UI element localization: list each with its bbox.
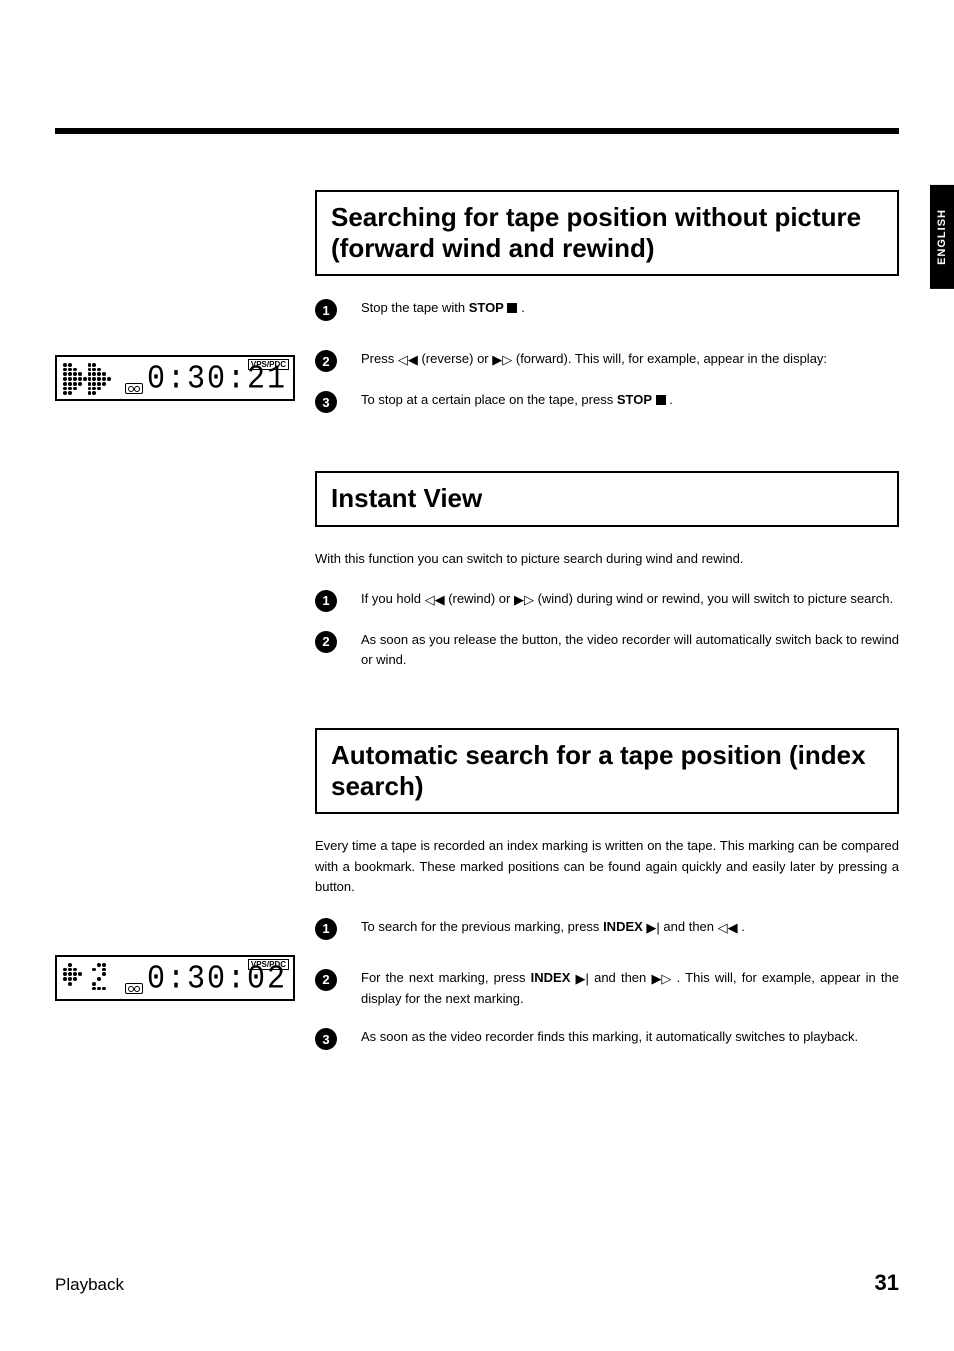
text: To stop at a certain place on the tape, … <box>361 392 617 407</box>
stop-label: STOP <box>469 300 504 315</box>
top-rule <box>55 128 899 134</box>
step-row: 2 For the next marking, press INDEX ▶| a… <box>315 968 899 1009</box>
section-title: Automatic search for a tape position (in… <box>315 728 899 814</box>
step-number-2: 2 <box>315 969 337 991</box>
text: and then <box>660 919 718 934</box>
text: and then <box>589 970 652 985</box>
step-text: Stop the tape with STOP . <box>361 298 899 318</box>
step-row: 1 Stop the tape with STOP . <box>315 298 899 321</box>
dot-matrix-icon <box>63 363 111 395</box>
text: Press <box>361 351 398 366</box>
step-number-1: 1 <box>315 299 337 321</box>
section-title: Searching for tape position without pict… <box>315 190 899 276</box>
step-number-3: 3 <box>315 1028 337 1050</box>
footer-section-name: Playback <box>55 1275 124 1295</box>
rewind-icon: ◁◀ <box>425 590 445 610</box>
reverse-icon: ◁◀ <box>398 350 418 370</box>
page-footer: Playback 31 <box>55 1270 899 1296</box>
index-label: INDEX <box>603 919 643 934</box>
index-label: INDEX <box>531 970 571 985</box>
step-row: 1 If you hold ◁◀ (rewind) or ▶▷ (wind) d… <box>315 589 899 612</box>
dot-matrix-icon <box>63 963 111 995</box>
step-text: To search for the previous marking, pres… <box>361 917 899 938</box>
text: If you hold <box>361 591 425 606</box>
step-row: 3 To stop at a certain place on the tape… <box>315 390 899 413</box>
display-time: 0:30:21 <box>147 364 287 397</box>
text: For the next marking, press <box>361 970 531 985</box>
display-panel: VPS/PDC 0:30:21 <box>55 355 295 401</box>
step-row: 2 Press ◁◀ (reverse) or ▶▷ (forward). Th… <box>315 349 899 372</box>
display-time: 0:30:02 <box>147 964 287 997</box>
intro-text: With this function you can switch to pic… <box>315 549 899 569</box>
forward-icon: ▶▷ <box>651 969 671 989</box>
section-title: Instant View <box>315 471 899 526</box>
cassette-icon <box>125 383 143 394</box>
section-instant-view: Instant View With this function you can … <box>315 471 899 670</box>
wind-icon: ▶▷ <box>514 590 534 610</box>
display-illustration-1: VPS/PDC 0:30:21 <box>55 355 305 401</box>
section-searching: Searching for tape position without pict… <box>315 190 899 413</box>
text: Stop the tape with <box>361 300 469 315</box>
text: (rewind) or <box>445 591 514 606</box>
page-number: 31 <box>875 1270 899 1296</box>
step-text: If you hold ◁◀ (rewind) or ▶▷ (wind) dur… <box>361 589 899 610</box>
step-text: Press ◁◀ (reverse) or ▶▷ (forward). This… <box>361 349 899 370</box>
forward-icon: ▶▷ <box>492 350 512 370</box>
intro-text: Every time a tape is recorded an index m… <box>315 836 899 896</box>
step-number-1: 1 <box>315 590 337 612</box>
step-number-3: 3 <box>315 391 337 413</box>
text: (wind) during wind or rewind, you will s… <box>534 591 893 606</box>
step-number-1: 1 <box>315 918 337 940</box>
step-text: As soon as you release the button, the v… <box>361 630 899 670</box>
step-text: To stop at a certain place on the tape, … <box>361 390 899 410</box>
text: (reverse) or <box>418 351 492 366</box>
text: . <box>517 300 524 315</box>
step-row: 2 As soon as you release the button, the… <box>315 630 899 670</box>
text: (forward). This will, for example, appea… <box>512 351 827 366</box>
next-icon: ▶| <box>646 918 659 938</box>
stop-label: STOP <box>617 392 652 407</box>
step-number-2: 2 <box>315 350 337 372</box>
text: . <box>738 919 745 934</box>
step-text: For the next marking, press INDEX ▶| and… <box>361 968 899 1009</box>
stop-icon <box>507 303 517 313</box>
step-number-2: 2 <box>315 631 337 653</box>
cassette-icon <box>125 983 143 994</box>
next-icon: ▶| <box>576 969 589 989</box>
text: . <box>666 392 673 407</box>
language-tab: ENGLISH <box>930 185 954 289</box>
display-illustration-2: VPS/PDC 0:30:02 <box>55 955 305 1001</box>
section-index-search: Automatic search for a tape position (in… <box>315 728 899 1050</box>
step-text: As soon as the video recorder finds this… <box>361 1027 899 1047</box>
page: ENGLISH Searching for tape position with… <box>0 0 954 1351</box>
step-row: 1 To search for the previous marking, pr… <box>315 917 899 940</box>
step-row: 3 As soon as the video recorder finds th… <box>315 1027 899 1050</box>
text: To search for the previous marking, pres… <box>361 919 603 934</box>
reverse-icon: ◁◀ <box>718 918 738 938</box>
display-panel: VPS/PDC 0:30:02 <box>55 955 295 1001</box>
stop-icon <box>656 395 666 405</box>
